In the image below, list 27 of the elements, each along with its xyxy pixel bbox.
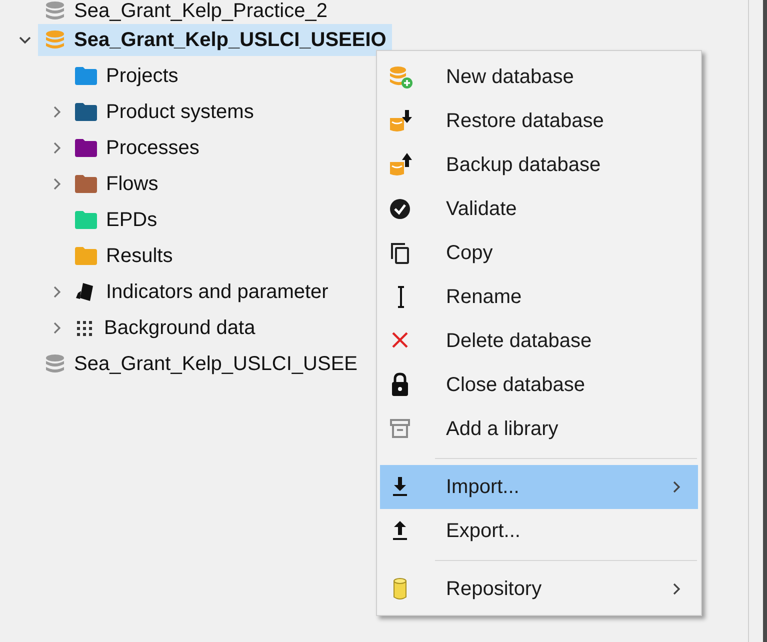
tree-item[interactable]: Indicators and parameter xyxy=(68,277,328,307)
tree-item[interactable]: Background data xyxy=(68,313,256,343)
tree-item[interactable]: Processes xyxy=(68,133,200,163)
menu-item[interactable]: Export... xyxy=(380,509,698,553)
menu-item[interactable]: Close database xyxy=(380,363,698,407)
menu-item[interactable]: New database xyxy=(380,55,698,99)
menu-item[interactable]: Import... xyxy=(380,465,698,509)
text-cursor-icon xyxy=(397,286,405,308)
tree-item[interactable]: EPDs xyxy=(68,205,158,235)
tree-item[interactable]: Sea_Grant_Kelp_USLCI_USEEIO xyxy=(38,24,392,56)
menu-item[interactable]: Copy xyxy=(380,231,698,275)
database-upload-icon xyxy=(388,152,414,178)
menu-item[interactable]: Restore database xyxy=(380,99,698,143)
menu-item[interactable]: Delete database xyxy=(380,319,698,363)
tree-item[interactable]: Sea_Grant_Kelp_Practice_2 xyxy=(38,0,334,22)
tree-item[interactable]: Projects xyxy=(68,61,178,91)
database-download-icon xyxy=(388,108,414,134)
tree-item[interactable]: Results xyxy=(68,241,173,271)
tree-item[interactable]: Sea_Grant_Kelp_USLCI_USEE xyxy=(38,348,364,380)
tree-item[interactable]: Product systems xyxy=(68,97,254,127)
menu-item[interactable]: Rename xyxy=(380,275,698,319)
tree-item[interactable]: Flows xyxy=(68,169,158,199)
menu-item[interactable]: Repository xyxy=(380,567,698,611)
menu-item[interactable]: Backup database xyxy=(380,143,698,187)
menu-item[interactable]: Add a library xyxy=(380,407,698,451)
database-add-icon xyxy=(388,64,414,90)
menu-item[interactable]: Validate xyxy=(380,187,698,231)
